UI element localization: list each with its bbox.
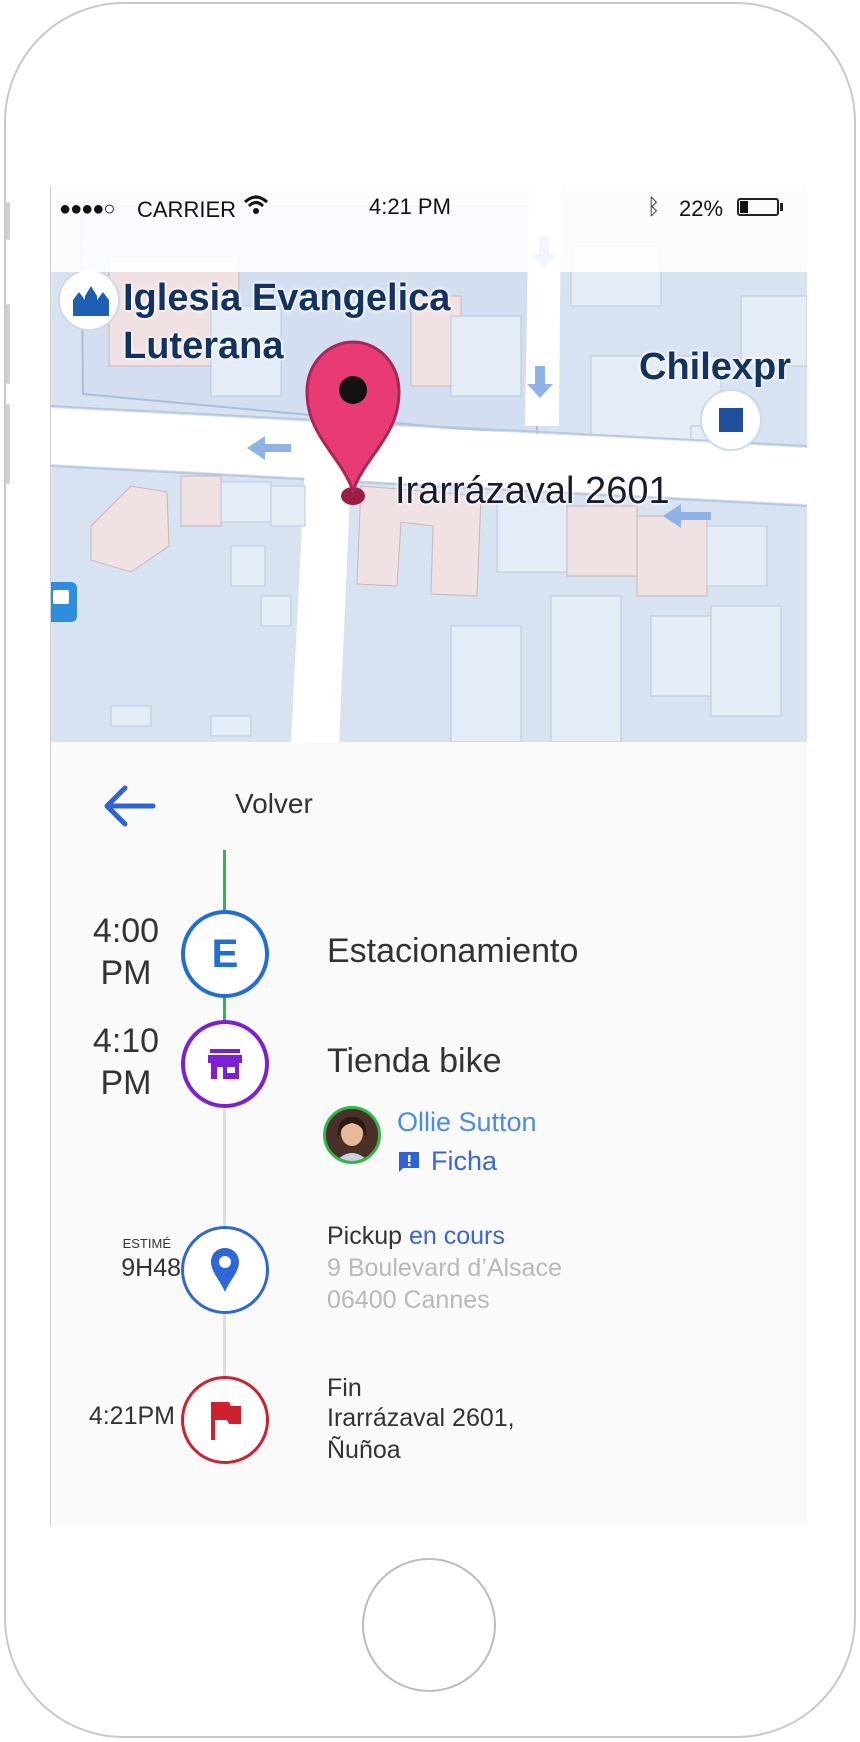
battery-nub — [780, 203, 783, 211]
stop2-time: 4:10 PM — [92, 1022, 160, 1102]
map-address-label: Irarrázaval 2601 — [395, 470, 670, 512]
bluetooth-icon: ᛒ — [647, 194, 661, 219]
stop4-time: 4:21PM — [88, 1402, 175, 1430]
stop3-eta-label: ESTIMÉ — [122, 1236, 171, 1251]
stop3-eta: 9H48 — [121, 1254, 181, 1282]
stop4-title: Fin — [327, 1374, 362, 1402]
stop3-title-line: Pickup en cours — [327, 1220, 505, 1252]
flag-icon — [211, 1402, 241, 1440]
feedback-icon — [399, 1152, 419, 1172]
stop2-marker[interactable] — [181, 1020, 269, 1108]
app-screen: Iglesia Evangelica Luterana Chilexpr Ira… — [50, 186, 807, 1526]
store-icon — [208, 1049, 242, 1079]
carrier-name: CARRIER — [137, 197, 237, 222]
signal-strength-icon: ●●●●○ — [59, 198, 115, 220]
status-time: 4:21 PM — [369, 194, 451, 219]
map-poi-church[interactable]: Iglesia Evangelica Luterana — [123, 274, 450, 370]
stop1-title[interactable]: Estacionamiento — [327, 932, 578, 971]
wifi-icon — [243, 194, 269, 222]
location-pin-icon — [211, 1248, 239, 1292]
avatar[interactable] — [323, 1106, 381, 1164]
stop4-address-line1: Irarrázaval 2601, — [327, 1404, 515, 1432]
arrow-left-icon — [104, 785, 156, 827]
stop3-marker[interactable] — [181, 1226, 269, 1314]
home-button[interactable] — [362, 1558, 496, 1692]
back-label: Volver — [235, 788, 313, 819]
side-button — [6, 202, 10, 240]
stop3-status: en cours — [409, 1222, 505, 1250]
stop4-marker[interactable] — [181, 1376, 269, 1464]
stop2-title[interactable]: Tienda bike — [327, 1042, 502, 1081]
stop1-time: 4:00 PM — [92, 912, 160, 992]
side-button — [6, 304, 10, 384]
stop3-title: Pickup — [327, 1222, 403, 1250]
file-link-label: Ficha — [431, 1146, 498, 1176]
map-poi-courier[interactable]: Chilexpr — [639, 346, 791, 389]
stop4-address-line2: Ñuñoa — [327, 1436, 401, 1464]
battery-icon — [737, 198, 779, 216]
battery-percentage: 22% — [679, 196, 724, 221]
back-button[interactable]: Volver — [101, 776, 361, 836]
side-button — [6, 404, 10, 484]
stop1-badge: E — [211, 931, 239, 976]
stop1-marker[interactable]: E — [181, 910, 269, 998]
status-bar: ●●●●○ CARRIER 4:21 PM ᛒ 22% — [51, 186, 807, 272]
stop3-address-line1: 9 Boulevard d’Alsace — [327, 1254, 562, 1282]
contact-name-link[interactable]: Ollie Sutton — [397, 1106, 537, 1138]
stop3-address-line2: 06400 Cannes — [327, 1286, 490, 1314]
